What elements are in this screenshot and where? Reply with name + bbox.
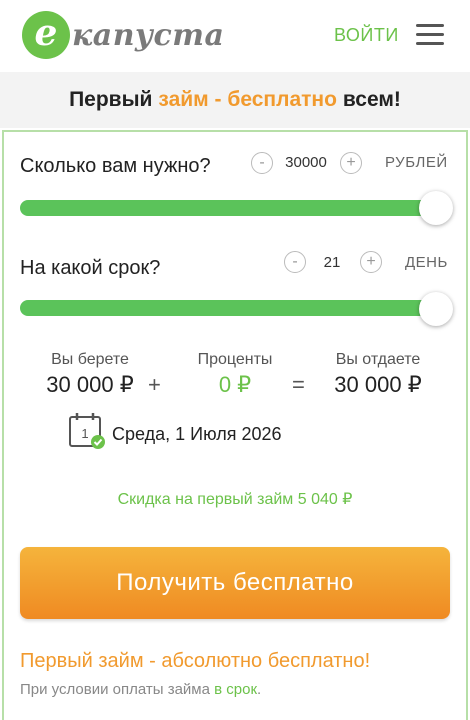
calendar-icon: 1 [69, 413, 105, 449]
amount-value-input[interactable]: 30000 [280, 154, 332, 171]
hamburger-menu-icon[interactable] [416, 24, 444, 46]
term-question: На какой срок? [20, 257, 161, 279]
footer-note: При условии оплаты займа в срок. [20, 681, 261, 698]
term-unit: ДЕНЬ [405, 254, 448, 271]
amount-question: Сколько вам нужно? [20, 155, 211, 177]
logo[interactable]: e капуста [22, 10, 224, 60]
amount-slider-thumb[interactable] [419, 191, 453, 225]
term-plus-button[interactable]: + [360, 251, 382, 273]
logo-text: капуста [72, 17, 225, 53]
footer-note-text: При условии оплаты займа [20, 681, 210, 698]
interest-value: 0 ₽ [218, 372, 252, 397]
amount-slider-track[interactable] [20, 200, 436, 216]
get-free-button[interactable]: Получить бесплатно [20, 547, 450, 619]
take-value: 30 000 ₽ [46, 372, 134, 397]
term-slider-thumb[interactable] [419, 292, 453, 326]
banner-text-end: всем! [342, 88, 401, 111]
interest-label: Проценты [197, 351, 273, 368]
on-time-link[interactable]: в срок [214, 681, 257, 698]
calendar-day-number: 1 [81, 426, 88, 441]
term-slider-track[interactable] [20, 300, 436, 316]
first-loan-discount: Скидка на первый займ 5 040 ₽ [117, 491, 353, 508]
plus-operator: + [148, 372, 161, 397]
term-minus-button[interactable]: - [284, 251, 306, 273]
amount-minus-button[interactable]: - [251, 152, 273, 174]
amount-plus-button[interactable]: + [340, 152, 362, 174]
take-label: Вы берете [51, 351, 129, 368]
logo-letter: e [34, 12, 58, 54]
return-label: Вы отдаете [335, 351, 421, 368]
banner-text-accent: займ - бесплатно [158, 88, 337, 111]
return-value: 30 000 ₽ [334, 372, 422, 397]
banner-text-start: Первый [69, 88, 153, 111]
logo-mark: e [22, 11, 70, 59]
promo-banner: Первый займ - бесплатно всем! [0, 72, 470, 128]
footer-title: Первый займ - абсолютно бесплатно! [20, 650, 371, 672]
term-value-input[interactable]: 21 [312, 254, 352, 271]
amount-unit: РУБЛЕЙ [385, 154, 448, 171]
payment-date: Среда, 1 Июля 2026 [112, 424, 282, 444]
login-link[interactable]: ВОЙТИ [334, 25, 399, 46]
footer-note-end: . [257, 681, 262, 698]
equals-operator: = [292, 372, 305, 397]
header: e капуста ВОЙТИ [0, 0, 470, 72]
